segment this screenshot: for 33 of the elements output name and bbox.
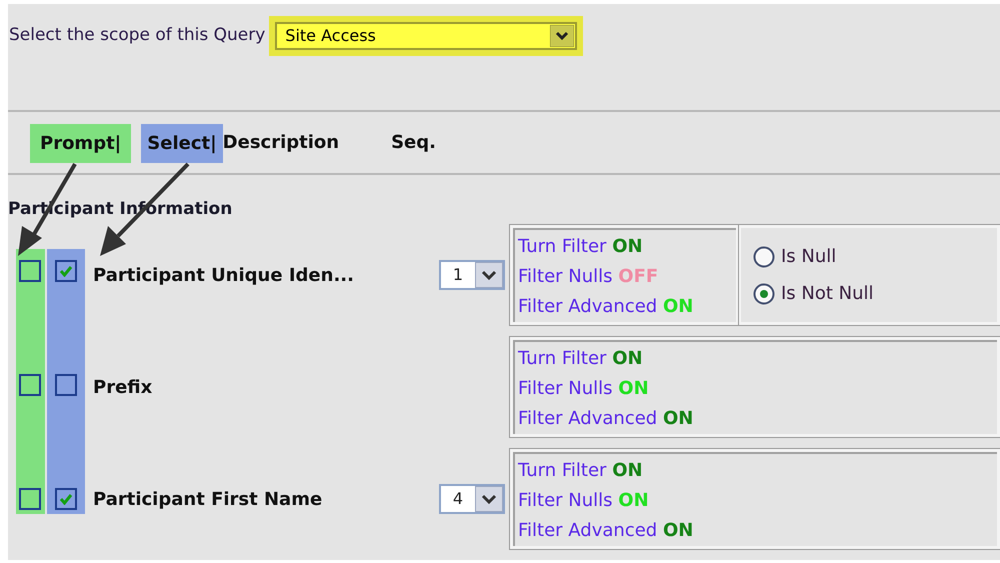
check-icon	[58, 265, 73, 277]
filter-toggle-link[interactable]: Filter Advanced ON	[518, 292, 736, 322]
scope-label: Select the scope of this Query	[9, 24, 266, 48]
scope-dropdown[interactable]: Site Access	[275, 22, 578, 50]
column-header: Select|	[141, 124, 223, 163]
radio-label: Is Not Null	[781, 282, 874, 306]
radio-button[interactable]	[753, 246, 775, 268]
checkbox[interactable]	[54, 260, 77, 282]
checkbox[interactable]	[19, 488, 42, 510]
check-icon	[58, 493, 73, 505]
filter-toggle-link[interactable]: Filter Advanced ON	[518, 516, 997, 546]
filter-toggle-link[interactable]: Filter Nulls ON	[518, 374, 997, 404]
field-name: Prefix	[93, 376, 152, 400]
checkbox[interactable]	[54, 374, 77, 396]
dropdown-arrow-icon	[550, 25, 574, 47]
filter-toggle-link[interactable]: Filter Nulls OFF	[518, 262, 736, 292]
checkbox[interactable]	[19, 260, 42, 282]
filter-toggle-link[interactable]: Turn Filter ON	[518, 232, 736, 262]
filter-toggle-link[interactable]: Filter Nulls ON	[518, 486, 997, 516]
filter-toggle-link[interactable]: Filter Advanced ON	[518, 404, 997, 434]
checkbox[interactable]	[54, 488, 77, 510]
checkbox[interactable]	[19, 374, 42, 396]
radio-button[interactable]	[753, 282, 775, 304]
column-header: Description	[222, 131, 340, 155]
field-name: Participant First Name	[93, 488, 322, 512]
filter-toggle-link[interactable]: Turn Filter ON	[518, 344, 997, 374]
sequence-dropdown[interactable]: 4	[439, 484, 505, 514]
sequence-dropdown[interactable]: 1	[439, 260, 505, 290]
radio-label: Is Null	[781, 245, 836, 269]
column-header: Seq.	[391, 131, 436, 155]
field-name: Participant Unique Iden...	[93, 264, 354, 288]
column-header: Prompt|	[30, 124, 132, 163]
filter-toggle-link[interactable]: Turn Filter ON	[518, 456, 997, 486]
